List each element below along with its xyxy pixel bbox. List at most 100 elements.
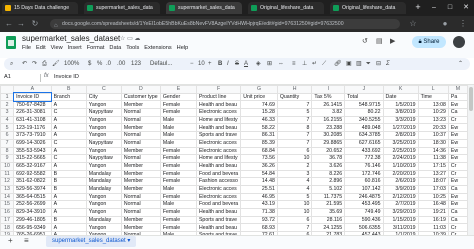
cell[interactable]: A [50,100,87,110]
row-header[interactable]: 4 [0,115,15,125]
cell[interactable]: Normal [120,208,161,217]
cell[interactable]: 365-64-0515 [13,192,52,202]
cell[interactable]: Unit price [240,92,278,102]
cell[interactable]: B [50,184,87,194]
cell[interactable]: Member [120,184,161,194]
search-menus-icon[interactable]: ⌕ [10,58,13,70]
cell[interactable]: 26.1415 [311,100,346,110]
reload-icon[interactable]: ↻ [30,19,40,29]
font-size-decrease[interactable]: − [190,58,194,70]
cell[interactable]: Female [159,223,197,233]
menu-item-extensions[interactable]: Extensions [144,45,171,51]
comments-icon[interactable]: ▤ [376,37,383,45]
cell[interactable]: Member [120,123,161,133]
cell[interactable]: Food and bevera [195,200,242,209]
cell[interactable]: Cr [447,161,468,171]
cell[interactable]: Member [120,169,161,179]
menu-item-help[interactable]: Help [177,45,189,51]
cell[interactable]: 433.692 [344,146,384,156]
site-info-icon[interactable]: ⌂ [54,21,58,29]
cell[interactable]: 14.48 [240,177,278,186]
cell[interactable]: 627.6165 [344,138,384,148]
row-header[interactable]: 17 [0,215,15,225]
cell[interactable]: Male [159,115,197,125]
print-icon[interactable]: ⎙ [42,58,47,70]
cell[interactable]: Branch [50,92,87,102]
column-header[interactable]: J [344,85,384,94]
cell[interactable]: Cr [447,223,468,233]
cell[interactable]: Yangon [85,200,122,209]
cell[interactable]: 1/10/2019 [382,161,419,171]
cell[interactable]: Normal [120,108,161,117]
cell[interactable]: 3/29/2019 [382,208,419,217]
row-header[interactable]: 15 [0,200,15,209]
row-header[interactable]: 16 [0,208,15,217]
formula-input[interactable]: Invoice ID [54,74,79,80]
sheet-tab-active[interactable]: supermarket_sales_dataset ▾ [46,236,137,247]
cell[interactable]: Health and beau [195,123,242,133]
browser-tab[interactable]: supermarket_sales_data [166,2,242,14]
star-icon[interactable]: ☆ [120,36,125,42]
increase-decimal-button[interactable]: .00 [117,58,125,70]
cell[interactable]: 25.51 [240,184,278,194]
row-header[interactable]: 11 [0,169,15,179]
cell[interactable]: 10 [276,208,313,217]
row-header[interactable]: 3 [0,108,15,117]
cell[interactable]: 13:08 [417,100,449,110]
cell[interactable]: 5 [276,192,313,202]
cell[interactable]: 2/20/2019 [382,169,419,179]
cell[interactable]: 656-95-9349 [13,223,52,233]
cell[interactable]: 2/8/2019 [382,131,419,140]
name-box[interactable]: A1 [4,74,11,80]
cell[interactable]: 6 [276,215,313,225]
cell[interactable]: 1/5/2019 [382,100,419,110]
cell[interactable]: 7 [276,138,313,148]
cell[interactable]: A [50,208,87,217]
cell[interactable]: 3/9/2019 [382,184,419,194]
vertical-align-icon[interactable]: ⊥ [302,58,307,70]
cell[interactable]: C [50,138,87,148]
column-header[interactable]: G [240,85,278,94]
document-title[interactable]: supermarket_sales_dataset [22,34,120,43]
cell[interactable]: Member [120,177,161,186]
cell[interactable]: C [50,108,87,117]
cell[interactable]: Normal [120,138,161,148]
paint-format-icon[interactable]: 🖌︎ [52,58,60,70]
filter-icon[interactable]: ⏷ [366,58,371,70]
cell[interactable]: Ew [447,200,468,209]
cell[interactable]: 299-46-1805 [13,215,52,225]
spreadsheet-grid[interactable]: ABCDEFGHIJKLM 1 Invoice ID Branch City Custo… [0,85,468,235]
cell[interactable]: 5.102 [311,184,346,194]
cell[interactable]: 453.495 [344,200,384,209]
number-format-button[interactable]: 123 [131,58,141,70]
cell[interactable]: 17:03 [417,184,449,194]
cell[interactable]: 2/24/2019 [382,154,419,163]
row-header[interactable]: 7 [0,138,15,148]
cell[interactable]: 10:37 [417,131,449,140]
menu-item-file[interactable]: File [22,45,31,51]
cell[interactable]: City [85,92,122,102]
cell[interactable]: Customer type [120,92,161,102]
cell[interactable]: Ew [447,177,468,186]
row-header[interactable]: 5 [0,123,15,133]
row-header[interactable]: 2 [0,100,15,110]
cell[interactable]: Mandalay [85,177,122,186]
cell[interactable]: A [50,146,87,156]
history-icon[interactable]: ↺ [362,37,368,45]
functions-icon[interactable]: Σ [386,58,390,70]
cell[interactable]: Yangon [85,192,122,202]
insert-chart-icon[interactable]: ▥ [356,58,362,70]
cell[interactable]: Home and lifesty [195,154,242,163]
cell[interactable]: 665-32-9167 [13,161,52,171]
cell[interactable]: Yangon [85,123,122,133]
cell[interactable]: 10:25 [417,192,449,202]
cell[interactable]: 3 [276,169,313,179]
cell[interactable]: 315-22-5665 [13,154,52,163]
cell[interactable]: 73.56 [240,154,278,163]
cell[interactable]: Yangon [85,131,122,140]
redo-icon[interactable]: ↷ [32,58,37,70]
column-header[interactable]: K [382,85,419,94]
cell[interactable]: 46.33 [240,115,278,125]
cell[interactable]: Cr [447,115,468,125]
row-header[interactable]: 9 [0,154,15,163]
